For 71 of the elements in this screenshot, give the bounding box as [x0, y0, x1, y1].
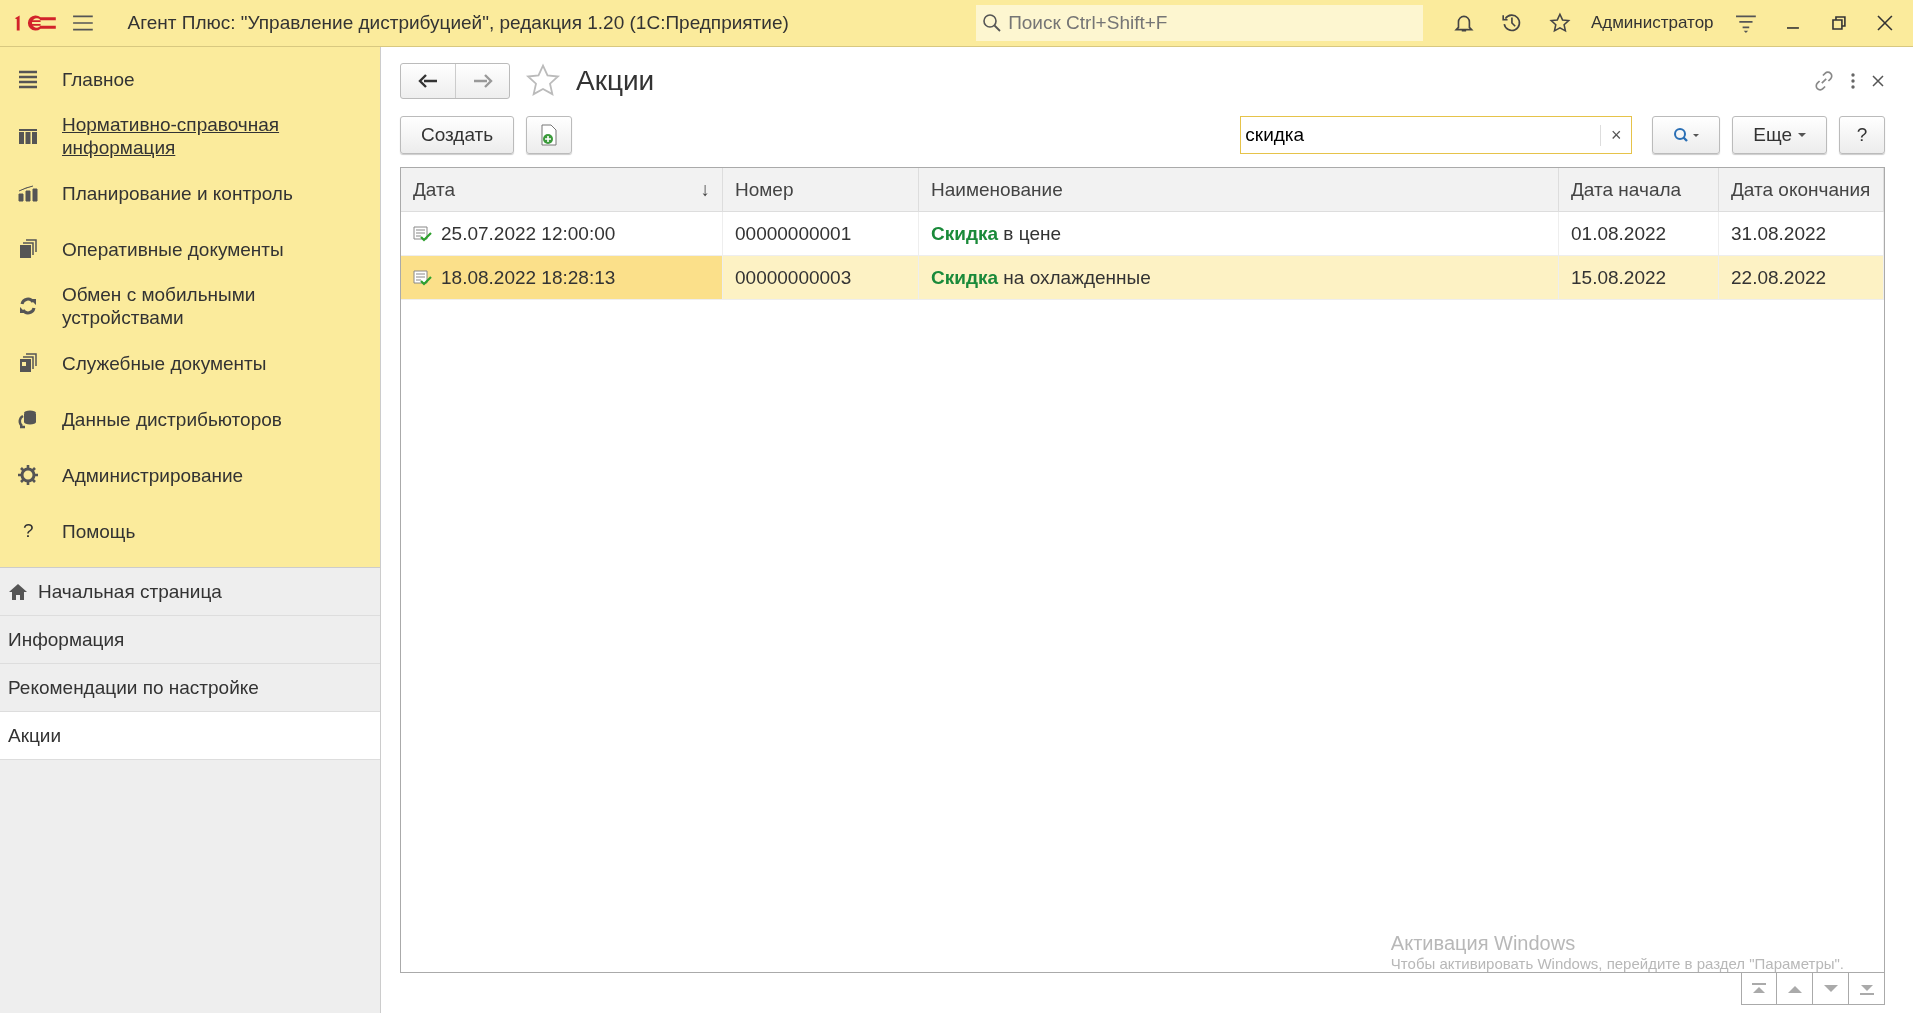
open-window-tab[interactable]: Информация	[0, 616, 380, 664]
table-cell: 25.07.2022 12:00:00	[441, 222, 616, 245]
sidebar-item[interactable]: Данные дистрибьюторов	[62, 401, 282, 437]
table-cell: 15.08.2022	[1571, 266, 1667, 289]
help-button[interactable]: ?	[1839, 116, 1885, 154]
column-header[interactable]: Номер	[723, 168, 919, 211]
close-icon[interactable]	[1875, 13, 1895, 33]
search-icon	[1673, 127, 1700, 143]
table-cell: 22.08.2022	[1731, 266, 1827, 289]
back-arrow-icon	[418, 74, 438, 88]
open-window-tab[interactable]: Акции	[0, 712, 380, 760]
forward-arrow-icon	[472, 74, 493, 88]
logo-icon	[12, 12, 58, 34]
bar-chart-icon	[18, 183, 38, 203]
sidebar-item[interactable]: Оперативные документы	[62, 231, 284, 267]
column-header[interactable]: Дата ↓	[401, 168, 723, 211]
settings-icon	[18, 465, 38, 485]
sidebar-item[interactable]: Служебные документы	[62, 345, 267, 381]
table-cell: 00000000003	[735, 266, 852, 289]
menu-icon	[18, 69, 38, 89]
sidebar-item[interactable]: Нормативно-справочная информация	[62, 107, 322, 165]
user-name[interactable]: Администратор	[1590, 13, 1714, 33]
database-sync-icon	[18, 409, 38, 429]
menu-icon[interactable]	[71, 14, 94, 32]
copy-button[interactable]	[526, 116, 573, 154]
table-row[interactable]: 18.08.2022 18:28:13 00000000003 Скидка на охлажденные 15.08.2022 22.08.2022	[401, 256, 1884, 300]
caret-icon	[1798, 132, 1806, 138]
notice-text: Чтобы активировать Windows, перейдите в раздел "Параметры".	[1390, 955, 1844, 972]
sync-icon	[18, 296, 38, 316]
close-icon[interactable]	[1871, 74, 1885, 88]
home-icon	[8, 582, 28, 601]
table-cell: 18.08.2022 18:28:13	[441, 266, 616, 289]
documents-icon	[18, 239, 38, 259]
window-title: Агент Плюс: "Управление дистрибуцией", редакция 1.20 (1С:Предприятие)	[127, 12, 790, 34]
table-cell: Скидка в цене	[931, 222, 1061, 245]
column-header[interactable]: Дата начала	[1559, 168, 1719, 211]
more-button[interactable]: Еще	[1732, 116, 1827, 154]
clear-button[interactable]: ×	[1600, 124, 1632, 146]
star-icon[interactable]	[524, 63, 562, 99]
posted-document-icon	[413, 268, 433, 287]
sidebar-item[interactable]: Помощь	[62, 513, 136, 549]
sidebar-item[interactable]: Обмен с мобильными устройствами	[62, 277, 380, 335]
star-icon[interactable]	[1549, 12, 1571, 34]
down-triangle-icon	[1822, 984, 1839, 993]
form-title: Акции	[576, 65, 655, 97]
search-icon	[982, 13, 1003, 33]
open-window-tab[interactable]: Начальная страница	[0, 568, 380, 616]
link-icon[interactable]	[1813, 70, 1835, 92]
column-header[interactable]: Наименование	[919, 168, 1559, 211]
jump-bottom-icon	[1858, 982, 1875, 995]
documents-icon	[18, 353, 38, 373]
columns-icon	[18, 126, 38, 146]
column-header[interactable]: Дата окончания	[1719, 168, 1884, 211]
sidebar-item[interactable]: Главное	[62, 61, 135, 97]
table-cell: 00000000001	[735, 222, 852, 245]
more-icon[interactable]	[1849, 71, 1857, 91]
sidebar-item[interactable]: Планирование и контроль	[62, 175, 293, 211]
table-cell: 01.08.2022	[1571, 222, 1667, 245]
jump-top-icon	[1751, 982, 1767, 995]
table-cell: 31.08.2022	[1731, 222, 1827, 245]
notice-title: Активация Windows	[1390, 932, 1577, 955]
table-cell: Скидка на охлажденные	[931, 266, 1151, 289]
up-triangle-icon	[1786, 984, 1803, 993]
sidebar-item[interactable]: Администрирование	[62, 457, 244, 493]
search-button[interactable]	[1652, 116, 1721, 154]
sort-arrow: ↓	[700, 178, 710, 201]
help-glyph: ?	[22, 520, 34, 542]
new-document-icon	[539, 124, 560, 146]
search-field[interactable]: скидка ×	[1240, 116, 1633, 154]
create-button[interactable]: Создать	[400, 116, 515, 154]
posted-document-icon	[413, 224, 433, 243]
